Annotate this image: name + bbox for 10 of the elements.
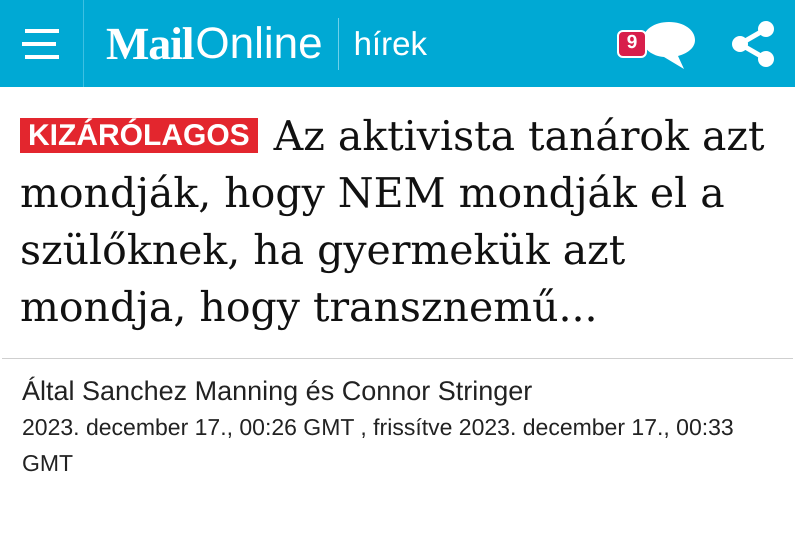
comments-button[interactable]: 9 bbox=[617, 18, 697, 70]
byline: Által Sanchez Manning és Connor Stringer bbox=[22, 375, 534, 408]
section-title: hírek bbox=[354, 27, 427, 60]
logo-text: Mail bbox=[106, 20, 194, 66]
share-icon[interactable] bbox=[731, 20, 775, 66]
logo-text: Online bbox=[195, 22, 323, 66]
exclusive-badge: KIZÁRÓLAGOS bbox=[20, 118, 258, 153]
headline: $^{KIZÁRÓLAGOS}$ Az aktivista tanárok azt mondják, hogy NEM mondják el a szülőknek, ha gyermekük azt mondja, hogy transznemű... bbox=[20, 111, 766, 333]
comment-count-badge: 9 bbox=[617, 30, 647, 58]
dateline: 2023. december 17., 00:26 GMT , frissítve 2023. december 17., 00:33 GMT bbox=[22, 413, 735, 478]
